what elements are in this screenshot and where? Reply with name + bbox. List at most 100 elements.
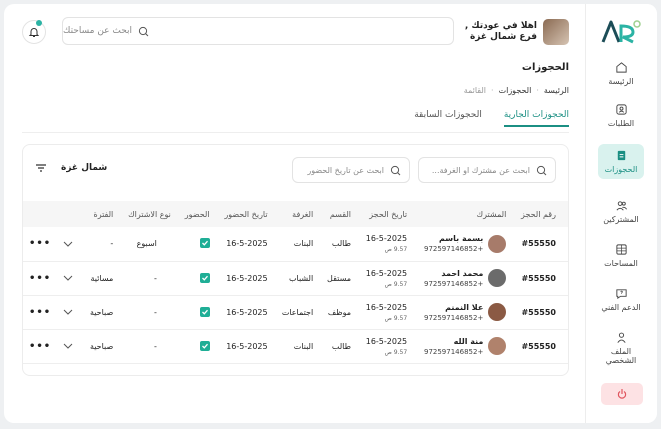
booking-date: 16-5-2025 (365, 268, 408, 278)
attend-date-cell: 16-5-2025 (215, 329, 274, 364)
more-options-icon[interactable]: ••• (29, 238, 51, 249)
col-room: الغرفة (292, 209, 314, 219)
booking-time: 9.57 ص (384, 246, 408, 254)
chevron-down-icon[interactable] (63, 309, 73, 315)
breadcrumb-bookings[interactable]: الحجوزات (499, 86, 532, 95)
member-name: بسمة باسم (439, 234, 484, 244)
user-branch: فرع شمال غزة (469, 32, 537, 42)
member-name: منة الله (453, 336, 484, 346)
notifications-button[interactable] (22, 20, 46, 44)
user-greeting: اهلا في عودتك , (464, 21, 537, 31)
tabs-divider (22, 132, 569, 133)
profile-icon (616, 332, 626, 343)
booking-id-cell: #55550 (512, 261, 568, 296)
sub-type-cell: - (119, 295, 177, 330)
booking-date: 16-5-2025 (365, 234, 408, 244)
top-search-input[interactable]: ابحث عن مساحتك (62, 17, 454, 45)
page-title: الحجوزات (521, 62, 569, 73)
col-member: المشترك (476, 209, 507, 219)
section-cell: موظف (319, 295, 357, 330)
branch-filter-label: شمال غزة (61, 163, 108, 173)
more-options-icon[interactable]: ••• (29, 341, 51, 352)
member-cell: علا النمنم +972597146852 (413, 295, 513, 330)
logout-icon (617, 389, 627, 399)
notification-badge (36, 20, 42, 26)
booking-time: 9.57 ص (384, 314, 408, 322)
user-profile[interactable]: اهلا في عودتك , فرع شمال غزة (465, 14, 569, 50)
home-icon (615, 62, 627, 73)
breadcrumb-home[interactable]: الرئيسة (544, 86, 569, 95)
sidebar-item-support[interactable]: الدعم الفني (598, 282, 644, 317)
member-search-input[interactable]: ابحث عن مشترك او الغرفة... (418, 157, 556, 183)
sidebar-item-label: الملف الشخصي (605, 347, 637, 365)
sub-type-cell: - (119, 329, 177, 364)
table-row[interactable]: #55550 منة الله +972597146852 16-5-2025 9.57… (23, 329, 568, 364)
search-icon (138, 26, 149, 36)
period-cell: - (82, 227, 120, 262)
member-cell: منة الله +972597146852 (413, 329, 513, 364)
table-row[interactable]: #55550 بسمة باسم +972597146852 16-5-2025 9.5… (23, 227, 568, 262)
chevron-down-icon[interactable] (63, 241, 73, 247)
table-row[interactable]: #55550 علا النمنم +972597146852 16-5-2025 9.… (23, 295, 568, 330)
support-icon (615, 289, 627, 300)
sidebar-item-members[interactable]: المشتركين (598, 194, 644, 229)
sidebar-item-label: الرئيسة (608, 77, 634, 86)
tab-current-bookings[interactable]: الحجوزات الجارية (503, 110, 569, 127)
table-header-row: رقم الحجز المشترك تاريخ الحجز القسم الغر… (23, 201, 568, 227)
spaces-icon (615, 244, 627, 255)
sidebar-item-profile[interactable]: الملف الشخصي (598, 326, 644, 370)
sidebar-item-requests[interactable]: الطلبات (598, 98, 644, 133)
col-booking-id: رقم الحجز (521, 209, 556, 219)
attended-cell (176, 295, 216, 330)
branch-filter[interactable]: شمال غزة (35, 163, 107, 173)
sidebar-item-spaces[interactable]: المساحات (598, 238, 644, 273)
tab-past-bookings[interactable]: الحجوزات السابقة (414, 110, 482, 127)
attend-date-cell: 16-5-2025 (215, 261, 274, 296)
search-icon (390, 165, 401, 175)
attended-checkbox[interactable] (199, 306, 210, 317)
booking-id: #55550 (521, 239, 556, 249)
attended-checkbox[interactable] (199, 340, 210, 351)
actions-cell: ••• (23, 261, 83, 296)
sidebar: الرئيسة الطلبات الحجوزات المشتركين المسا… (585, 4, 657, 423)
tabs: الحجوزات الجارية الحجوزات السابقة (414, 110, 569, 127)
period-cell: مسائية (82, 261, 120, 296)
breadcrumb-separator: · (491, 86, 494, 95)
sidebar-item-label: الدعم الفني (601, 303, 641, 312)
chevron-down-icon[interactable] (63, 275, 73, 281)
attended-cell (176, 329, 216, 364)
member-phone: +972597146852 (423, 313, 484, 322)
more-options-icon[interactable]: ••• (29, 273, 51, 284)
booking-id-cell: #55550 (512, 329, 568, 364)
logout-button[interactable] (601, 383, 643, 405)
attended-checkbox[interactable] (199, 272, 210, 283)
booking-id: #55550 (521, 273, 556, 283)
member-avatar (488, 234, 507, 253)
chevron-down-icon[interactable] (63, 343, 73, 349)
attended-checkbox[interactable] (199, 238, 210, 249)
col-sub-type: نوع الاشتراك (128, 209, 171, 219)
member-cell: بسمة باسم +972597146852 (413, 227, 513, 262)
date-search-input[interactable]: ابحث عن تاريخ الحضور (292, 157, 410, 183)
booking-time: 9.57 ص (384, 280, 408, 288)
sidebar-item-home[interactable]: الرئيسة (598, 56, 644, 91)
check-icon (201, 343, 208, 349)
sidebar-item-bookings[interactable]: الحجوزات (598, 144, 644, 179)
member-avatar (488, 337, 507, 355)
section-cell: طالب (319, 227, 357, 262)
app-frame: الرئيسة الطلبات الحجوزات المشتركين المسا… (4, 4, 657, 423)
booking-date-cell: 16-5-2025 9.57 ص (357, 261, 414, 296)
more-options-icon[interactable]: ••• (29, 307, 51, 318)
check-icon (201, 309, 208, 315)
booking-date-cell: 16-5-2025 9.57 ص (357, 227, 414, 262)
date-search-placeholder: ابحث عن تاريخ الحضور (307, 165, 384, 175)
table-row[interactable]: #55550 محمد احمد +972597146852 16-5-2025 9.5… (23, 261, 568, 296)
sidebar-item-label: الطلبات (607, 119, 635, 128)
col-attended: الحضور (184, 209, 210, 219)
member-avatar (488, 303, 507, 321)
bookings-icon (617, 150, 625, 161)
member-phone: +972597146852 (423, 347, 484, 356)
breadcrumb-current: القائمة (463, 86, 487, 95)
user-avatar (543, 19, 569, 45)
check-icon (201, 275, 208, 281)
